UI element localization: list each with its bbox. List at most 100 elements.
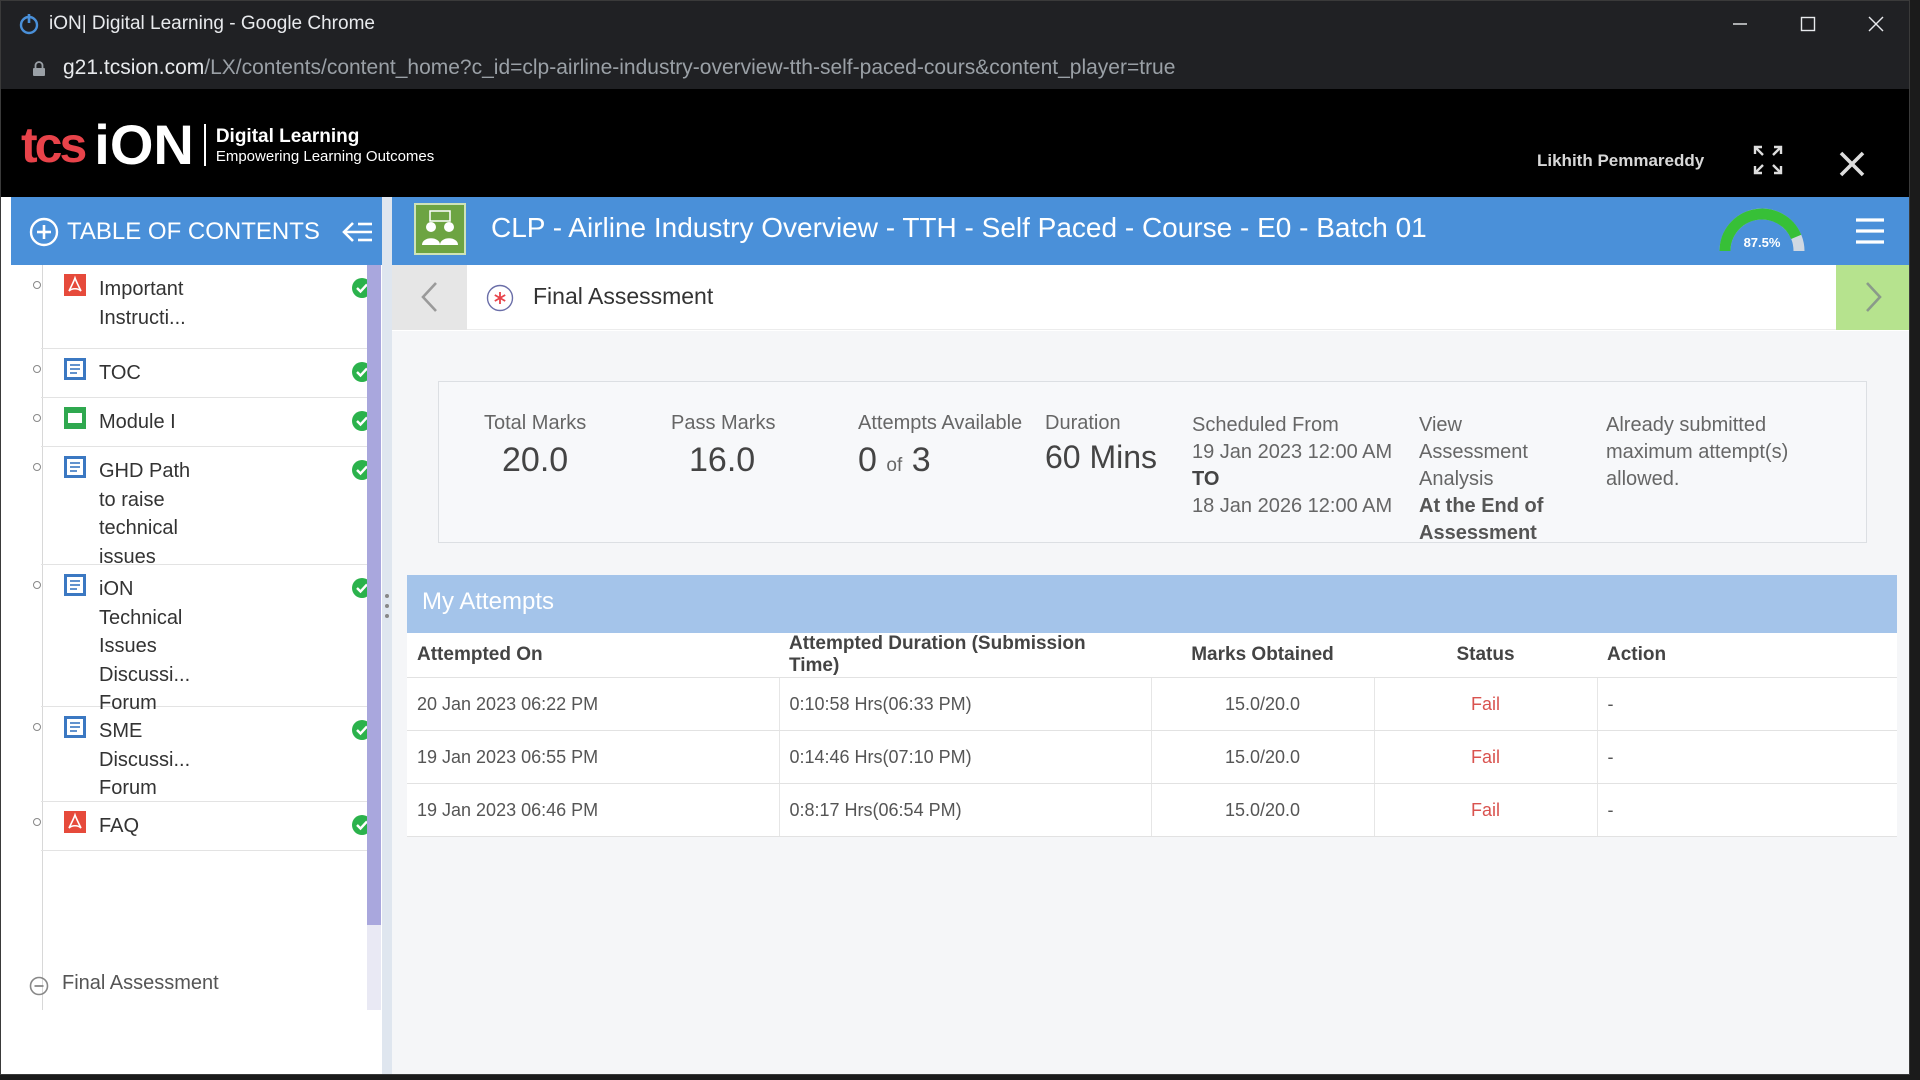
address-bar[interactable]: g21.tcsion.com/LX/contents/content_home?… [1,47,1909,89]
fullscreen-icon[interactable] [1753,145,1783,175]
video-icon [64,407,86,429]
sidebar-resize-handle[interactable] [382,197,392,1074]
pass-marks-stat: Pass Marks 16.0 [671,412,775,480]
minimize-button[interactable] [1706,1,1774,47]
column-attempted-on: Attempted On [407,633,779,678]
document-icon [64,574,86,596]
analysis-label: View Assessment Analysis [1419,414,1528,490]
toc-item-toc[interactable]: TOC [33,349,367,398]
attempts-total: 3 [911,441,931,479]
attempts-of: of [886,455,903,476]
toc-item-module-1[interactable]: Module I [33,398,367,447]
marks-cell: 15.0/20.0 [1151,677,1375,731]
toc-item-ion-technical-forum[interactable]: iON Technical Issues Discussi... Forum [33,565,367,714]
lock-icon [33,61,45,76]
toc-bullet [33,414,41,422]
toc-scrollbar[interactable] [367,265,381,1010]
toc-item-label: Module I [99,411,176,433]
toc-bullet [33,463,41,471]
toc-item-final-assessment[interactable]: Final Assessment [29,968,359,1004]
check-circle-icon [352,278,367,298]
toc-item-sme-forum[interactable]: SME Discussi... Forum [33,707,367,802]
table-of-contents-sidebar: TABLE OF CONTENTS Important Instructi...… [11,197,392,1074]
column-status: Status [1374,633,1597,678]
next-button[interactable] [1836,265,1909,330]
scheduled-to-label: TO [1192,468,1220,490]
document-icon [64,716,86,738]
toc-title: TABLE OF CONTENTS [67,218,320,245]
user-name[interactable]: Likhith Pemmareddy [1537,151,1704,171]
attempted-on-cell: 19 Jan 2023 06:55 PM [407,730,780,784]
maximize-button[interactable] [1774,1,1842,47]
table-row: 20 Jan 2023 06:22 PM 0:10:58 Hrs(06:33 P… [407,677,1897,731]
toc-item-label: GHD Path to raise technical issues [99,460,191,568]
toc-list: Important Instructi... TOC Module I GHD … [11,265,367,1010]
status-cell: Fail [1374,677,1598,731]
attempts-available-stat: Attempts Available 0 of 3 [858,412,1022,480]
check-circle-icon [352,460,367,480]
my-attempts-title: My Attempts [407,575,1897,633]
close-player-icon[interactable] [1837,149,1867,179]
analysis-value: At the End of Assessment [1419,495,1544,544]
tcs-ion-logo[interactable]: tcs iON Digital Learning Empowering Lear… [21,117,434,173]
status-cell: Fail [1374,730,1598,784]
submission-note-text: Already submitted maximum attempt(s) all… [1606,414,1789,490]
marks-cell: 15.0/20.0 [1151,730,1375,784]
hamburger-menu-icon[interactable] [1854,215,1886,247]
check-circle-icon [352,411,367,431]
duration-stat: Duration 60 Mins [1045,412,1157,476]
analysis-stat: View Assessment Analysis At the End of A… [1419,412,1569,547]
course-thumbnail [414,203,466,255]
toc-item-ghd-path[interactable]: GHD Path to raise technical issues [33,447,367,568]
logo-line2: Empowering Learning Outcomes [215,147,435,165]
attempts-available-value: 0 of 3 [858,441,1022,480]
toc-item-label: SME Discussi... Forum [99,720,191,799]
column-marks-obtained: Marks Obtained [1151,633,1374,678]
total-marks-value: 20.0 [502,441,569,479]
collapse-sidebar-icon[interactable] [341,217,375,247]
toc-bullet [33,281,41,289]
attempted-on-cell: 19 Jan 2023 06:46 PM [407,783,780,837]
total-marks-stat: Total Marks 20.0 [484,412,586,480]
minus-circle-icon[interactable] [29,976,49,996]
action-cell: - [1597,677,1897,731]
assessment-icon [486,284,514,312]
toc-scrollbar-thumb[interactable] [367,265,381,925]
pdf-icon [64,811,86,833]
chevron-right-icon [1866,282,1882,312]
scheduled-from-label: Scheduled From [1192,414,1339,436]
toc-item-important-instructions[interactable]: Important Instructi... [33,265,367,349]
check-circle-icon [352,720,367,740]
status-cell: Fail [1374,783,1598,837]
course-title-bar: CLP - Airline Industry Overview - TTH - … [392,197,1909,265]
document-icon [64,456,86,478]
chevron-left-icon [421,282,437,312]
window-title: iON| Digital Learning - Google Chrome [49,13,375,34]
action-cell: - [1597,783,1897,837]
logo-line1: Digital Learning [215,125,360,147]
toc-item-label: TOC [99,362,141,384]
progress-gauge: 87.5% [1719,207,1805,255]
attempted-on-cell: 20 Jan 2023 06:22 PM [407,677,780,731]
duration-cell: 0:8:17 Hrs(06:54 PM) [779,783,1152,837]
close-window-button[interactable] [1842,1,1909,47]
logo-divider [203,124,206,166]
logo-tagline: Digital Learning Empowering Learning Out… [216,126,434,165]
plus-circle-icon[interactable] [29,217,59,247]
toc-bullet [33,818,41,826]
content-player: CLP - Airline Industry Overview - TTH - … [392,197,1909,1074]
browser-window: iON| Digital Learning - Google Chrome g2… [0,0,1910,1075]
app-header: tcs iON Digital Learning Empowering Lear… [1,89,1909,197]
toc-item-faq[interactable]: FAQ [33,802,367,851]
attempts-available-label: Attempts Available [858,412,1023,434]
action-cell: - [1597,730,1897,784]
assessment-summary: Total Marks 20.0 Pass Marks 16.0 Attempt… [438,381,1867,544]
logo-tcs: tcs [21,117,87,173]
section-nav-bar: Final Assessment [392,265,1909,330]
toc-header: TABLE OF CONTENTS [11,197,392,265]
power-icon [19,14,39,35]
previous-button[interactable] [392,265,467,330]
url-path: /LX/contents/content_home?c_id=clp-airli… [204,56,1176,79]
maximize-icon [1800,16,1816,32]
drag-handle-icon [385,594,389,618]
